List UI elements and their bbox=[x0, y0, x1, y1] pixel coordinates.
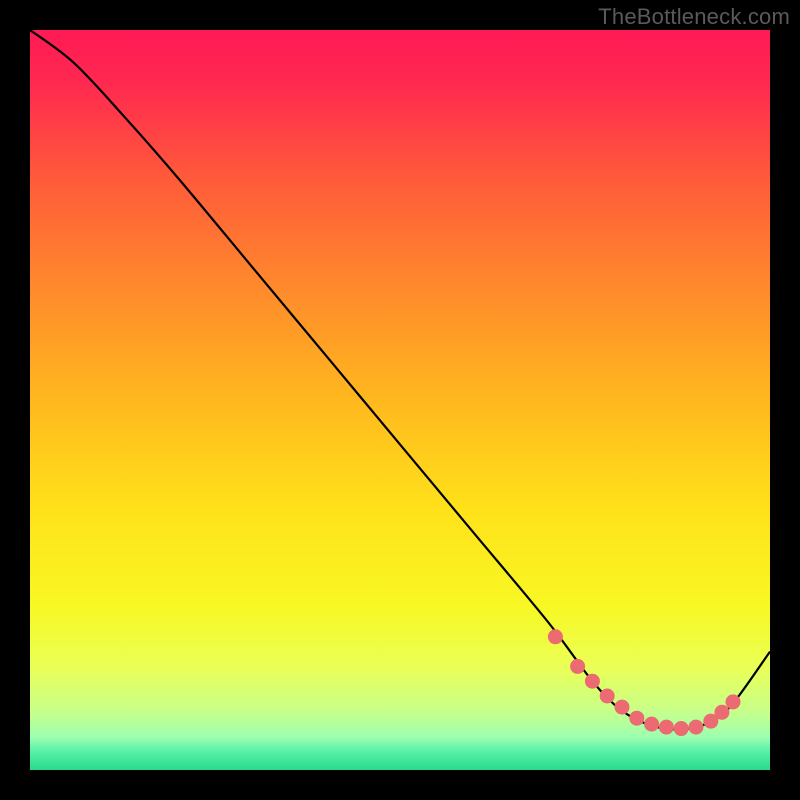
figure-frame: TheBottleneck.com bbox=[0, 0, 800, 800]
marker-dot bbox=[585, 674, 600, 689]
marker-dot bbox=[615, 700, 630, 715]
attribution-text: TheBottleneck.com bbox=[598, 4, 790, 30]
marker-dot bbox=[548, 629, 563, 644]
marker-dot bbox=[674, 721, 689, 736]
marker-dot bbox=[629, 711, 644, 726]
marker-dot bbox=[726, 694, 741, 709]
plot-area bbox=[30, 30, 770, 770]
marker-dot bbox=[689, 720, 704, 735]
marker-dot bbox=[570, 659, 585, 674]
marker-dot bbox=[644, 717, 659, 732]
bottleneck-chart bbox=[30, 30, 770, 770]
gradient-rect bbox=[30, 30, 770, 770]
marker-dot bbox=[659, 720, 674, 735]
marker-dot bbox=[600, 689, 615, 704]
marker-dot bbox=[714, 705, 729, 720]
